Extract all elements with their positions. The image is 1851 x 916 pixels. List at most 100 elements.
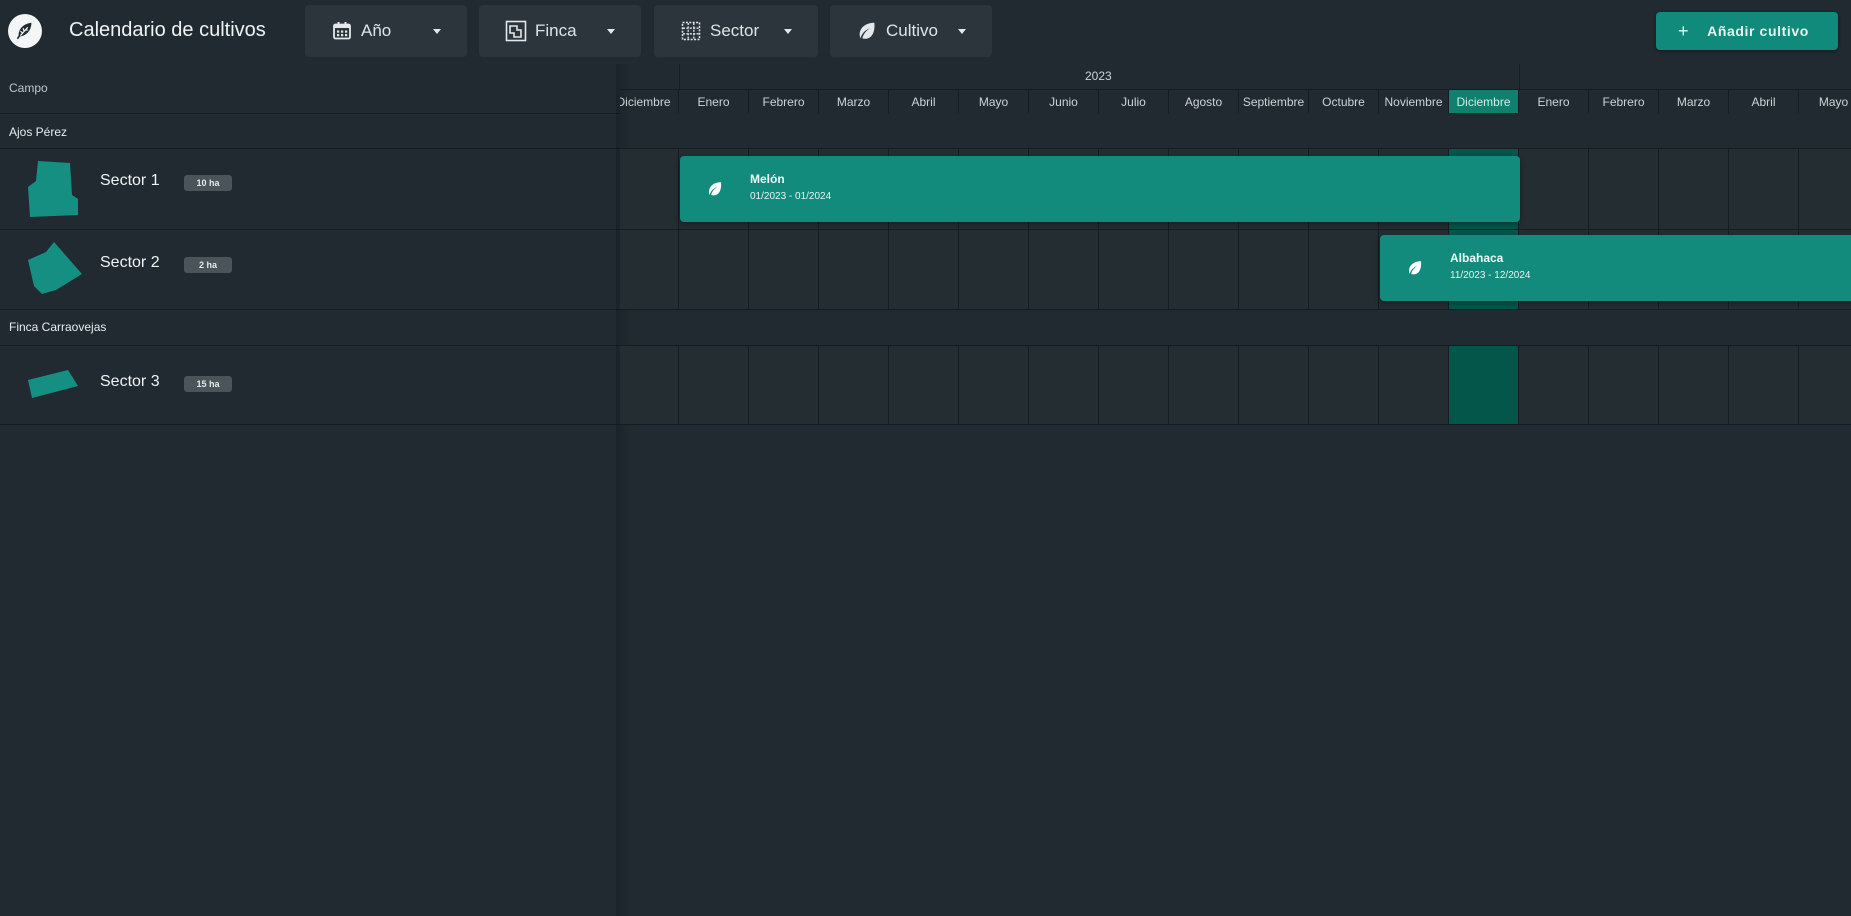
sector-polygon-icon (28, 242, 82, 294)
timeline-cell[interactable] (1799, 346, 1851, 424)
timeline-cell[interactable] (749, 346, 819, 424)
crop-filter-dropdown[interactable]: Cultivo (830, 5, 992, 57)
timeline-cell[interactable] (620, 346, 679, 424)
month-label: Diciembre (1449, 89, 1519, 113)
timeline-cell[interactable] (889, 346, 959, 424)
leaf-icon (709, 182, 722, 196)
month-label: Mayo (1799, 89, 1851, 113)
crop-dates: 11/2023 - 12/2024 (1450, 270, 1531, 281)
timeline-grid[interactable]: 2023 Diciembre Enero Febrero Marzo Abril Mayo… (620, 64, 1851, 916)
divider (0, 424, 620, 425)
map-icon (505, 20, 527, 42)
year-divider (679, 64, 680, 89)
chevron-down-icon (784, 29, 792, 34)
timeline-cell[interactable] (1029, 230, 1099, 309)
timeline-cell[interactable] (1659, 346, 1729, 424)
month-label: Marzo (1659, 89, 1729, 113)
page-title: Calendario de cultivos (69, 19, 266, 41)
month-label: Octubre (1309, 89, 1379, 113)
timeline-cell[interactable] (1449, 346, 1519, 424)
timeline-cell[interactable] (749, 230, 819, 309)
timeline-cell[interactable] (1239, 230, 1309, 309)
timeline-cell[interactable] (819, 230, 889, 309)
sector-row[interactable]: Sector 1 10 ha (0, 149, 620, 217)
timeline-cell[interactable] (1589, 346, 1659, 424)
sector-filter-label: Sector (710, 21, 760, 40)
timeline-cell[interactable] (959, 346, 1029, 424)
divider (620, 309, 1851, 310)
area-badge: 10 ha (184, 175, 232, 191)
timeline-cell[interactable] (1309, 346, 1379, 424)
timeline-cell[interactable] (1309, 230, 1379, 309)
timeline-cell[interactable] (1729, 149, 1799, 229)
crop-name: Albahaca (1450, 251, 1504, 265)
timeline-cell[interactable] (1379, 346, 1449, 424)
timeline-cell[interactable] (620, 149, 679, 229)
fields-column-header: Campo (9, 81, 48, 95)
month-label: Diciembre (620, 89, 679, 113)
timeline-cell[interactable] (620, 230, 679, 309)
month-label: Febrero (1589, 89, 1659, 113)
area-badge: 15 ha (184, 376, 232, 392)
crop-bar-albahaca[interactable]: Albahaca 11/2023 - 12/2024 (1380, 235, 1851, 301)
month-label: Agosto (1169, 89, 1239, 113)
sector-filter-dropdown[interactable]: Sector (654, 5, 818, 57)
timeline-cell[interactable] (889, 230, 959, 309)
timeline-cell[interactable] (1239, 346, 1309, 424)
timeline-cell[interactable] (1169, 346, 1239, 424)
divider (620, 424, 1851, 425)
timeline-cell[interactable] (1519, 149, 1589, 229)
timeline-cell[interactable] (1029, 346, 1099, 424)
month-label: Enero (1519, 89, 1589, 113)
timeline-cell[interactable] (1659, 149, 1729, 229)
timeline-cell[interactable] (1729, 346, 1799, 424)
timeline-cell[interactable] (1099, 346, 1169, 424)
timeline-cell[interactable] (1799, 149, 1851, 229)
sector-polygon-icon (28, 161, 78, 217)
timeline-cell[interactable] (1589, 149, 1659, 229)
month-label: Febrero (749, 89, 819, 113)
calendar-icon (331, 20, 353, 42)
month-label: Noviembre (1379, 89, 1449, 113)
add-crop-button-label: Añadir cultivo (1707, 23, 1809, 39)
leaf-icon (1409, 261, 1422, 275)
chevron-down-icon (607, 29, 615, 34)
farm-filter-dropdown[interactable]: Finca (479, 5, 641, 57)
crop-name: Melón (750, 172, 785, 186)
farm-filter-label: Finca (535, 21, 577, 40)
sector-row[interactable]: Sector 3 15 ha (0, 346, 620, 414)
sector-name: Sector 2 (100, 254, 160, 271)
divider (0, 309, 620, 310)
year-label: 2023 (1085, 69, 1112, 83)
grid-icon (680, 20, 702, 42)
timeline-cell[interactable] (959, 230, 1029, 309)
crop-dates: 01/2023 - 01/2024 (750, 191, 832, 202)
timeline-cell[interactable] (819, 346, 889, 424)
area-badge: 2 ha (184, 257, 232, 273)
leaf-logo-icon[interactable] (8, 14, 42, 48)
chevron-down-icon (958, 29, 966, 34)
sector-name: Sector 3 (100, 373, 160, 390)
add-crop-button[interactable]: + Añadir cultivo (1656, 12, 1838, 50)
year-divider (1519, 64, 1520, 89)
year-filter-dropdown[interactable]: Año (305, 5, 467, 57)
leaf-icon (856, 20, 878, 42)
timeline-cell[interactable] (1169, 230, 1239, 309)
timeline-cell[interactable] (1099, 230, 1169, 309)
month-label: Septiembre (1239, 89, 1309, 113)
sector-polygon-icon (28, 370, 78, 398)
month-label: Marzo (819, 89, 889, 113)
crop-filter-label: Cultivo (886, 21, 938, 40)
divider (0, 113, 620, 114)
month-label: Abril (1729, 89, 1799, 113)
farm-group-label: Finca Carraovejas (9, 320, 107, 334)
crop-bar-melon[interactable]: Melón 01/2023 - 01/2024 (680, 156, 1520, 222)
sector-row[interactable]: Sector 2 2 ha (0, 230, 620, 298)
month-label: Julio (1099, 89, 1169, 113)
year-filter-label: Año (361, 21, 392, 40)
timeline-cell[interactable] (1519, 346, 1589, 424)
timeline-cell[interactable] (679, 346, 749, 424)
sector-name: Sector 1 (100, 172, 160, 189)
chevron-down-icon (433, 29, 441, 34)
timeline-cell[interactable] (679, 230, 749, 309)
